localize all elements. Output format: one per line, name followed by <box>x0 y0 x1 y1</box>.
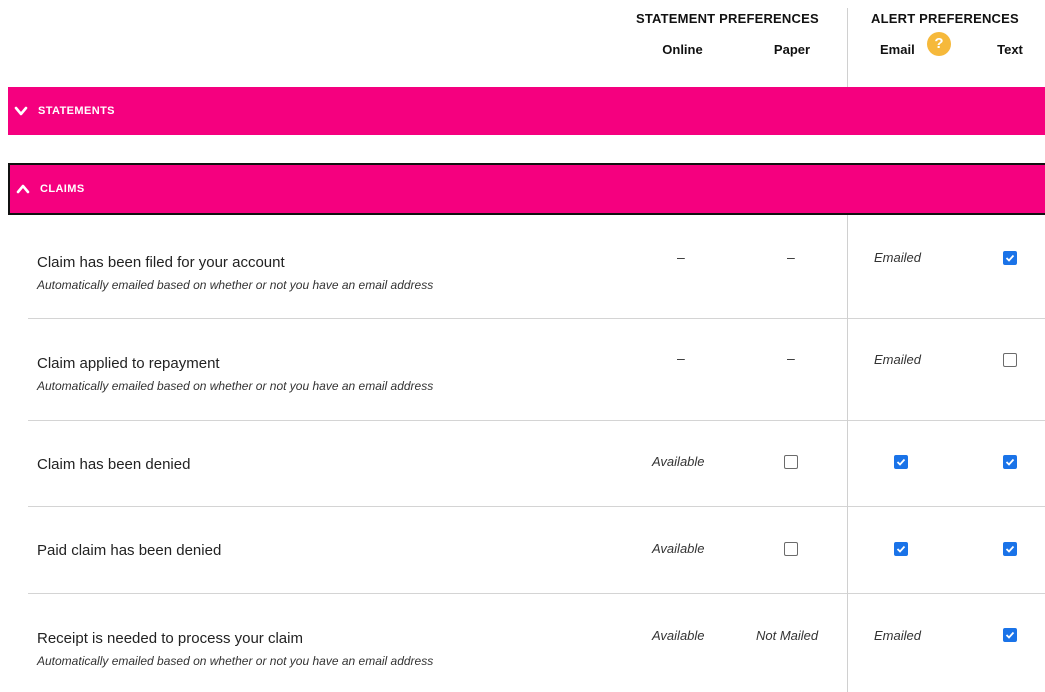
statement-preferences-heading: STATEMENT PREFERENCES <box>636 11 819 26</box>
row-divider <box>848 506 1045 507</box>
column-divider <box>847 215 848 692</box>
online-value: – <box>677 249 685 265</box>
email-alert-checkbox[interactable] <box>894 455 908 469</box>
email-column-header: Email <box>880 42 915 57</box>
online-value: Available <box>652 628 705 643</box>
alert-preferences-heading: ALERT PREFERENCES <box>871 11 1019 26</box>
online-value: Available <box>652 454 705 469</box>
email-value: Emailed <box>874 352 921 367</box>
email-alert-checkbox[interactable] <box>894 542 908 556</box>
row-divider <box>848 318 1045 319</box>
online-value: Available <box>652 541 705 556</box>
text-alert-checkbox[interactable] <box>1003 628 1017 642</box>
row-subtitle: Automatically emailed based on whether o… <box>37 379 434 393</box>
paper-value: Not Mailed <box>756 628 819 643</box>
email-value: Emailed <box>874 250 921 265</box>
paper-statement-checkbox[interactable] <box>784 455 798 469</box>
row-divider <box>848 420 1045 421</box>
row-title: Receipt is needed to process your claim <box>37 630 303 647</box>
row-divider <box>28 506 847 507</box>
online-value: – <box>677 350 685 366</box>
section-claims-label: CLAIMS <box>40 183 85 195</box>
paper-statement-checkbox[interactable] <box>784 542 798 556</box>
row-title: Claim applied to repayment <box>37 355 220 372</box>
chevron-down-icon <box>14 106 28 116</box>
row-subtitle: Automatically emailed based on whether o… <box>37 654 434 668</box>
row-title: Claim has been filed for your account <box>37 254 285 271</box>
paper-value: – <box>787 249 795 265</box>
help-icon[interactable]: ? <box>927 32 951 56</box>
row-subtitle: Automatically emailed based on whether o… <box>37 278 434 292</box>
email-value: Emailed <box>874 628 921 643</box>
section-statements-label: STATEMENTS <box>38 105 115 117</box>
column-divider <box>847 8 848 88</box>
section-claims-toggle[interactable]: CLAIMS <box>8 163 1045 215</box>
chevron-up-icon <box>16 184 30 194</box>
paper-column-header: Paper <box>773 42 811 57</box>
text-alert-checkbox[interactable] <box>1003 251 1017 265</box>
row-divider <box>28 318 847 319</box>
text-alert-checkbox[interactable] <box>1003 542 1017 556</box>
row-divider <box>28 593 847 594</box>
text-alert-checkbox[interactable] <box>1003 455 1017 469</box>
paper-value: – <box>787 350 795 366</box>
row-title: Claim has been denied <box>37 456 191 473</box>
text-column-header: Text <box>997 42 1023 57</box>
text-alert-checkbox[interactable] <box>1003 353 1017 367</box>
row-divider <box>848 593 1045 594</box>
section-statements-toggle[interactable]: STATEMENTS <box>8 87 1045 135</box>
row-divider <box>28 420 847 421</box>
online-column-header: Online <box>662 42 703 57</box>
preferences-page: STATEMENT PREFERENCES ALERT PREFERENCES … <box>0 0 1045 692</box>
row-title: Paid claim has been denied <box>37 542 222 559</box>
